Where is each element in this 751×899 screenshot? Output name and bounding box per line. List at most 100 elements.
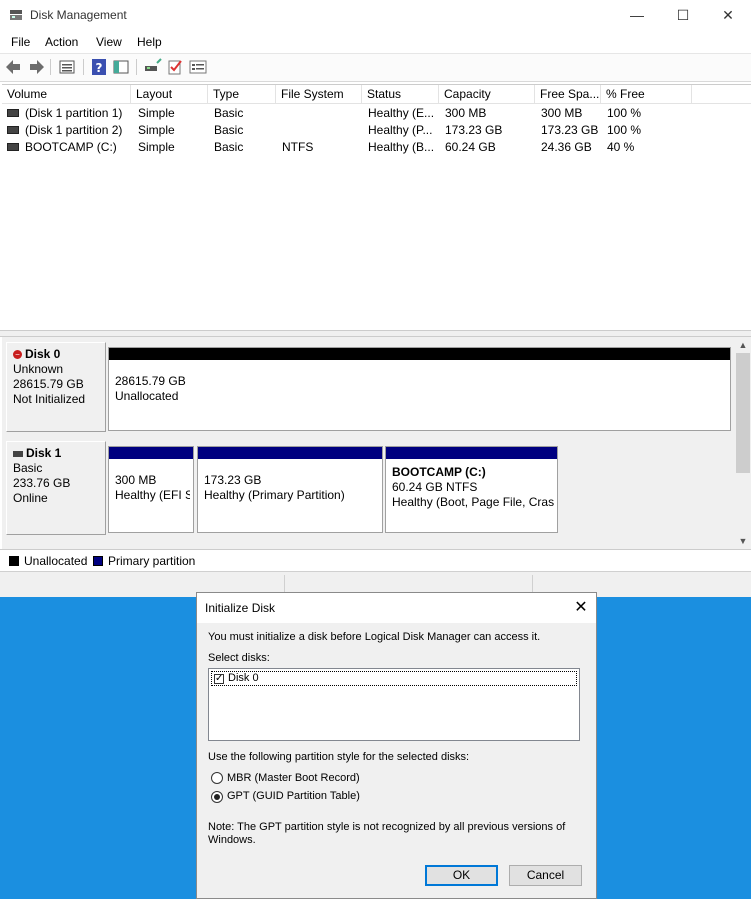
volume-icon (7, 142, 19, 151)
checklist-icon[interactable] (166, 58, 184, 76)
table-row[interactable]: (Disk 1 partition 1) Simple Basic Health… (2, 105, 751, 122)
cell-file-system: NTFS (282, 140, 314, 154)
disk-1-kind: Basic (13, 461, 43, 475)
connect-disk-icon[interactable] (144, 58, 162, 76)
window-title: Disk Management (30, 8, 127, 22)
gpt-label[interactable]: GPT (GUID Partition Table) (227, 790, 360, 802)
cell-type: Basic (214, 140, 244, 154)
cell-volume: (Disk 1 partition 1) (7, 105, 131, 122)
partition-status: Healthy (Primary Partition) (204, 488, 345, 502)
column-free-space[interactable]: Free Spa... (535, 85, 601, 103)
minimize-button[interactable]: — (614, 0, 660, 31)
disk-1-size: 233.76 GB (13, 476, 71, 490)
mbr-label[interactable]: MBR (Master Boot Record) (227, 772, 360, 784)
cell-percent-free: 100 % (607, 106, 642, 120)
cell-capacity: 173.23 GB (445, 123, 503, 137)
cell-status: Healthy (B... (368, 140, 435, 154)
settings-list-icon[interactable] (189, 58, 207, 76)
partition-size: 173.23 GB (204, 473, 262, 487)
disk-1-bootcamp-partition[interactable]: BOOTCAMP (C:) 60.24 GB NTFS Healthy (Boo… (385, 446, 558, 533)
disk-1-label[interactable]: Disk 1 Basic 233.76 GB Online (6, 441, 106, 535)
disk-0-name: Disk 0 (25, 347, 61, 361)
table-row[interactable]: BOOTCAMP (C:) Simple Basic NTFS Healthy … (2, 139, 751, 156)
maximize-button[interactable]: ☐ (660, 0, 706, 31)
ok-button[interactable]: OK (425, 865, 498, 886)
disk-0-label[interactable]: − Disk 0 Unknown 28615.79 GB Not Initiali… (6, 342, 106, 432)
disk-0-unallocated-region[interactable]: 28615.79 GB Unallocated (108, 347, 731, 431)
status-segment (532, 575, 533, 593)
back-arrow-icon[interactable] (5, 58, 23, 76)
show-hide-pane-icon[interactable] (112, 58, 130, 76)
primary-partition-bar (386, 447, 557, 459)
disk-1-primary-partition[interactable]: 173.23 GB Healthy (Primary Partition) (197, 446, 383, 533)
column-percent-free[interactable]: % Free (601, 85, 692, 103)
close-button[interactable]: ✕ (705, 0, 751, 31)
disk-0-checkbox[interactable]: ✓ (214, 674, 224, 684)
cell-layout: Simple (138, 140, 175, 154)
primary-partition-bar (198, 447, 382, 459)
cell-type: Basic (214, 123, 244, 137)
dialog-title-bar[interactable]: Initialize Disk ✕ (197, 593, 596, 623)
scroll-down-icon[interactable]: ▼ (735, 533, 751, 549)
graph-scrollbar[interactable]: ▲ ▼ (735, 337, 751, 549)
dialog-title: Initialize Disk (205, 601, 276, 615)
properties-list-icon[interactable] (58, 58, 76, 76)
forward-arrow-icon[interactable] (27, 58, 45, 76)
dialog-close-icon[interactable]: ✕ (566, 593, 596, 623)
partition-size: 28615.79 GB (115, 374, 186, 388)
disk-1-efi-partition[interactable]: 300 MB Healthy (EFI S (108, 446, 194, 533)
partition-title: BOOTCAMP (C:) (392, 465, 486, 479)
volume-icon (7, 108, 19, 117)
menu-view[interactable]: View (96, 35, 122, 49)
title-bar[interactable]: Disk Management — ☐ ✕ (0, 0, 751, 31)
cell-volume-text: (Disk 1 partition 1) (25, 106, 123, 120)
pane-splitter[interactable] (0, 330, 751, 337)
disk-management-icon (10, 10, 22, 20)
scroll-thumb[interactable] (736, 353, 750, 473)
toolbar-separator (136, 59, 137, 75)
disk-error-icon: − (13, 350, 22, 360)
cancel-button[interactable]: Cancel (509, 865, 582, 886)
mbr-radio[interactable] (211, 772, 223, 784)
disk-0-size: 28615.79 GB (13, 377, 84, 391)
legend-unallocated: Unallocated (24, 554, 88, 568)
cell-volume: (Disk 1 partition 2) (7, 122, 131, 139)
disk-1-name: Disk 1 (26, 446, 62, 460)
cell-status: Healthy (E... (368, 106, 435, 120)
volume-list-header: Volume Layout Type File System Status Ca… (2, 85, 751, 104)
svg-text:?: ? (96, 61, 103, 75)
cell-capacity: 60.24 GB (445, 140, 496, 154)
list-item[interactable]: ✓ Disk 0 (211, 671, 577, 686)
gpt-note-line1: Note: The GPT partition style is not rec… (208, 821, 566, 833)
status-segment (284, 575, 285, 593)
disk-1-state: Online (13, 491, 48, 505)
column-capacity[interactable]: Capacity (439, 85, 535, 103)
column-type[interactable]: Type (208, 85, 276, 103)
partition-text: BOOTCAMP (C:) 60.24 GB NTFS Healthy (Boo… (392, 465, 554, 510)
partition-style-label: Use the following partition style for th… (208, 751, 470, 763)
column-file-system[interactable]: File System (276, 85, 362, 103)
disk-select-list[interactable]: ✓ Disk 0 (208, 668, 580, 741)
partition-status: Healthy (Boot, Page File, Crasl (392, 495, 554, 509)
gpt-radio[interactable] (211, 791, 223, 803)
menu-help[interactable]: Help (137, 35, 162, 49)
menu-file[interactable]: File (11, 35, 30, 49)
cell-free-space: 24.36 GB (541, 140, 592, 154)
scroll-up-icon[interactable]: ▲ (735, 337, 751, 353)
cell-type: Basic (214, 106, 244, 120)
disk-graph-pane: − Disk 0 Unknown 28615.79 GB Not Initiali… (2, 337, 735, 549)
disk-0-kind: Unknown (13, 362, 64, 376)
menu-action[interactable]: Action (45, 35, 78, 49)
primary-partition-bar (109, 447, 193, 459)
volume-list: Volume Layout Type File System Status Ca… (2, 84, 751, 331)
toolbar-separator (50, 59, 51, 75)
column-status[interactable]: Status (362, 85, 439, 103)
primary-swatch (93, 556, 103, 566)
column-layout[interactable]: Layout (131, 85, 208, 103)
partition-status: Unallocated (115, 389, 179, 403)
cell-capacity: 300 MB (445, 106, 487, 120)
help-icon[interactable]: ? (90, 58, 108, 76)
column-volume[interactable]: Volume (2, 85, 131, 103)
table-row[interactable]: (Disk 1 partition 2) Simple Basic Health… (2, 122, 751, 139)
disk-management-window: Disk Management — ☐ ✕ File Action View H… (0, 0, 751, 597)
